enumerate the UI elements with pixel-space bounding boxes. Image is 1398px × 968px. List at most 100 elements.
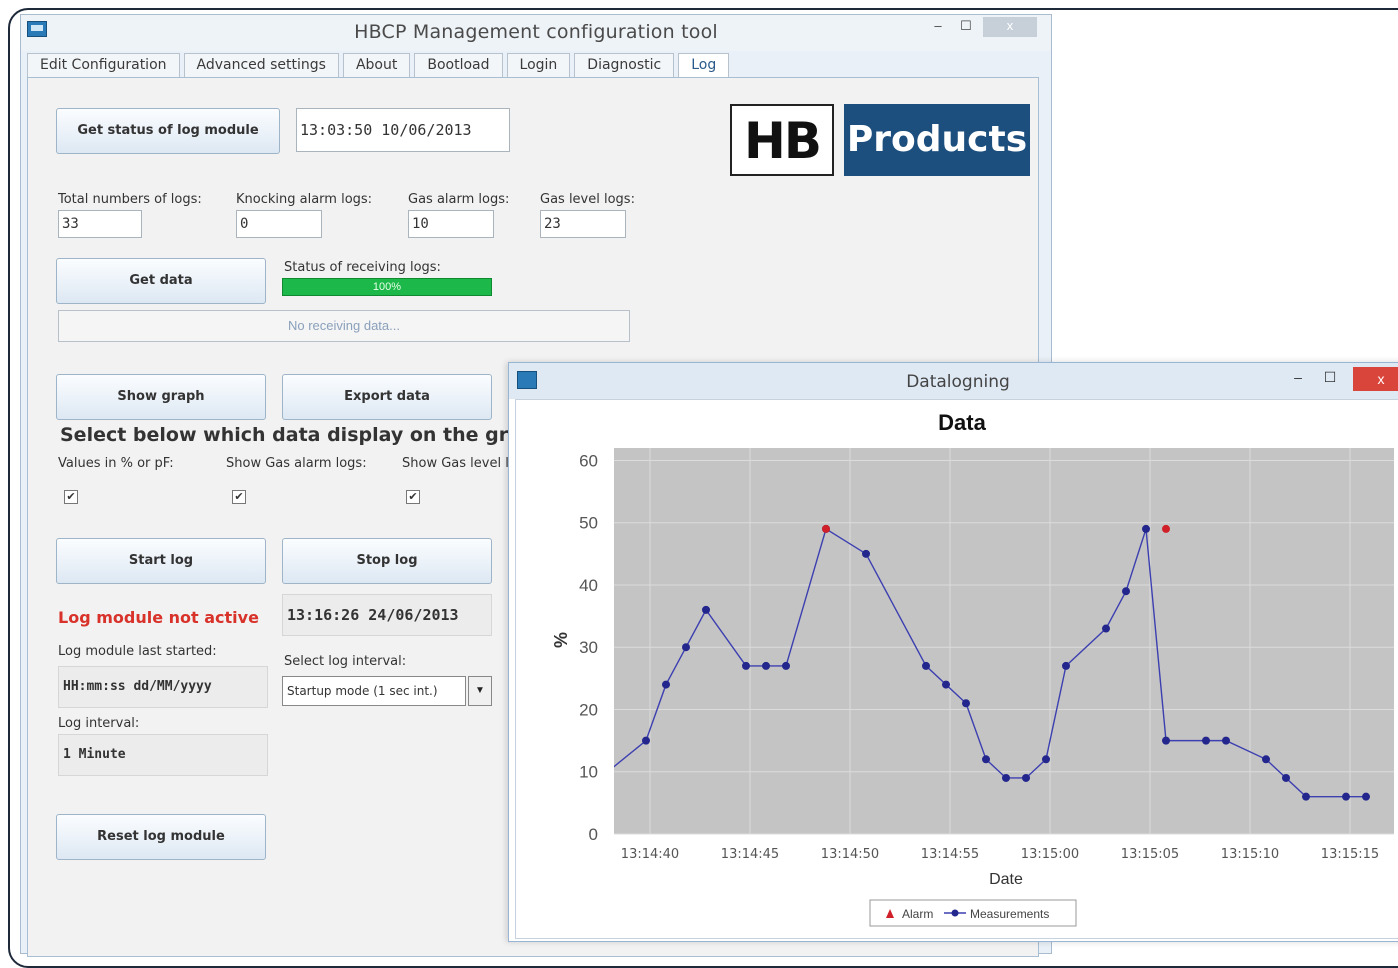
y-tick-label: 30 bbox=[579, 638, 598, 657]
measurement-point bbox=[1022, 773, 1030, 782]
tab-log[interactable]: Log bbox=[678, 53, 730, 77]
x-tick-label: 13:15:05 bbox=[1121, 847, 1179, 862]
measurement-point bbox=[782, 661, 790, 670]
x-tick-label: 13:14:55 bbox=[921, 847, 979, 862]
chart-title: Data bbox=[938, 410, 986, 435]
values-unit-checkbox[interactable]: ✔ bbox=[64, 490, 78, 504]
reset-log-module-button[interactable]: Reset log module bbox=[56, 814, 266, 860]
x-tick-label: 13:15:15 bbox=[1321, 847, 1379, 862]
measurements-legend-marker bbox=[951, 909, 959, 917]
start-log-button[interactable]: Start log bbox=[56, 538, 266, 584]
measurement-point bbox=[1042, 755, 1050, 764]
y-tick-label: 0 bbox=[589, 825, 598, 844]
measurement-point bbox=[962, 699, 970, 708]
y-axis-label: % bbox=[550, 632, 570, 648]
x-tick-label: 13:14:45 bbox=[721, 847, 779, 862]
y-tick-label: 20 bbox=[579, 700, 598, 719]
measurement-point bbox=[702, 605, 710, 614]
measurement-point bbox=[742, 661, 750, 670]
datalogging-title-bar: Datalogning – ☐ x bbox=[509, 363, 1398, 399]
measurement-point bbox=[1262, 755, 1270, 764]
measurement-point bbox=[662, 680, 670, 689]
alarm-point bbox=[1162, 524, 1170, 533]
measurement-point bbox=[682, 643, 690, 652]
total-logs-label: Total numbers of logs: bbox=[58, 192, 202, 207]
log-interval-label: Log interval: bbox=[58, 716, 140, 731]
show-gas-level-checkbox[interactable]: ✔ bbox=[406, 490, 420, 504]
measurement-point bbox=[1002, 773, 1010, 782]
measurement-point bbox=[762, 661, 770, 670]
x-tick-label: 13:15:00 bbox=[1021, 847, 1079, 862]
get-data-button[interactable]: Get data bbox=[56, 258, 266, 304]
receiving-progress-bar: 100% bbox=[282, 278, 492, 296]
log-module-status: Log module not active bbox=[58, 608, 259, 627]
get-status-button[interactable]: Get status of log module bbox=[56, 108, 280, 154]
close-button[interactable]: x bbox=[1353, 367, 1398, 391]
last-started-field: HH:mm:ss dd/MM/yyyy bbox=[58, 666, 268, 708]
gas-level-label: Gas level logs: bbox=[540, 192, 635, 207]
show-gas-alarm-label: Show Gas alarm logs: bbox=[226, 456, 367, 471]
measurement-point bbox=[1122, 587, 1130, 596]
measurement-point bbox=[1162, 736, 1170, 745]
y-tick-label: 50 bbox=[579, 514, 598, 533]
minimize-button[interactable]: – bbox=[1287, 369, 1309, 389]
values-unit-label: Values in % or pF: bbox=[58, 456, 174, 471]
knocking-alarm-label: Knocking alarm logs: bbox=[236, 192, 373, 207]
x-tick-label: 13:14:50 bbox=[821, 847, 879, 862]
y-tick-label: 60 bbox=[579, 451, 598, 470]
tab-about[interactable]: About bbox=[342, 53, 411, 77]
measurement-point bbox=[1302, 792, 1310, 801]
x-axis-label: Date bbox=[989, 871, 1023, 888]
receiving-status-label: Status of receiving logs: bbox=[284, 260, 441, 275]
minimize-button[interactable]: – bbox=[927, 17, 949, 37]
total-logs-field[interactable]: 33 bbox=[58, 210, 142, 238]
chart-area: Data 0 10 20 30 40 50 60 13:14:40 13:14:45 13:14:5… bbox=[515, 399, 1398, 939]
graph-selection-heading: Select below which data display on the g… bbox=[60, 424, 549, 446]
tab-advanced-settings[interactable]: Advanced settings bbox=[183, 53, 339, 77]
measurement-point bbox=[1202, 736, 1210, 745]
status-time-field[interactable]: 13:03:50 10/06/2013 bbox=[296, 108, 510, 152]
measurement-point bbox=[1222, 736, 1230, 745]
close-button[interactable]: x bbox=[983, 17, 1037, 37]
maximize-button[interactable]: ☐ bbox=[1319, 369, 1341, 389]
hb-logo: HB bbox=[730, 104, 834, 176]
datalogging-title: Datalogning bbox=[906, 372, 1010, 392]
tab-bar: Edit Configuration Advanced settings Abo… bbox=[27, 53, 733, 77]
show-gas-level-label: Show Gas level l bbox=[402, 456, 509, 471]
export-data-button[interactable]: Export data bbox=[282, 374, 492, 420]
title-bar: HBCP Management configuration tool – ☐ x bbox=[21, 15, 1051, 51]
log-interval-select[interactable]: Startup mode (1 sec int.) bbox=[282, 676, 466, 706]
tab-bootload[interactable]: Bootload bbox=[414, 53, 503, 77]
measurement-point bbox=[1102, 624, 1110, 633]
measurement-point bbox=[922, 661, 930, 670]
measurements-legend-label: Measurements bbox=[970, 907, 1049, 921]
tab-login[interactable]: Login bbox=[506, 53, 571, 77]
chevron-down-icon[interactable]: ▼ bbox=[468, 676, 492, 706]
measurement-point bbox=[1062, 661, 1070, 670]
maximize-button[interactable]: ☐ bbox=[955, 17, 977, 37]
y-tick-label: 40 bbox=[579, 576, 598, 595]
gas-level-field[interactable]: 23 bbox=[540, 210, 626, 238]
measurement-point bbox=[982, 755, 990, 764]
alarm-legend-label: Alarm bbox=[902, 907, 933, 921]
screenshot-frame: HBCP Management configuration tool – ☐ x… bbox=[8, 8, 1398, 968]
measurement-point bbox=[1282, 773, 1290, 782]
products-logo: Products bbox=[844, 104, 1030, 176]
measurement-point bbox=[642, 736, 650, 745]
measurement-point bbox=[862, 549, 870, 558]
show-gas-alarm-checkbox[interactable]: ✔ bbox=[232, 490, 246, 504]
measurement-point bbox=[1142, 524, 1150, 533]
last-started-label: Log module last started: bbox=[58, 644, 217, 659]
datalogging-window: Datalogning – ☐ x Data 0 10 20 30 40 50 60 13:14… bbox=[508, 362, 1398, 942]
show-graph-button[interactable]: Show graph bbox=[56, 374, 266, 420]
tab-edit-configuration[interactable]: Edit Configuration bbox=[27, 53, 180, 77]
y-tick-label: 10 bbox=[579, 763, 598, 782]
window-title: HBCP Management configuration tool bbox=[354, 21, 718, 43]
log-interval-field: 1 Minute bbox=[58, 734, 268, 776]
gas-alarm-field[interactable]: 10 bbox=[408, 210, 494, 238]
x-tick-label: 13:14:40 bbox=[621, 847, 679, 862]
tab-diagnostic[interactable]: Diagnostic bbox=[574, 53, 675, 77]
select-interval-label: Select log interval: bbox=[284, 654, 407, 669]
stop-log-button[interactable]: Stop log bbox=[282, 538, 492, 584]
knocking-alarm-field[interactable]: 0 bbox=[236, 210, 322, 238]
